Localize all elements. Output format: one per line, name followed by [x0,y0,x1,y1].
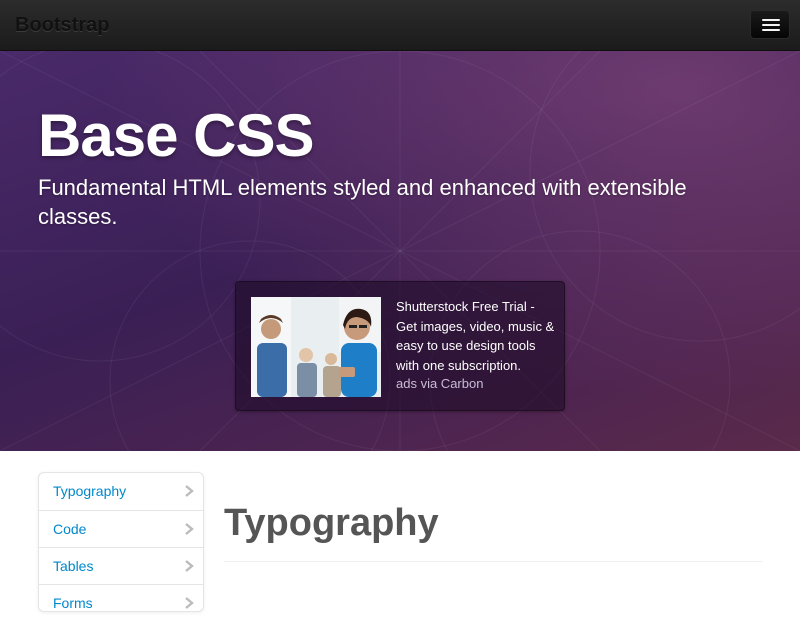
chevron-right-icon [185,597,194,609]
sidebar-item-label: Code [53,521,87,537]
page-subtitle: Fundamental HTML elements styled and enh… [38,175,687,229]
carbon-ad[interactable]: Shutterstock Free Trial - Get images, vi… [235,281,565,411]
chevron-right-icon [185,523,194,535]
chevron-right-icon [185,560,194,572]
section-heading-typography: Typography [224,502,439,544]
sidebar-item-tables[interactable]: Tables [39,547,203,584]
sidebar-item-forms[interactable]: Forms [39,584,203,621]
navbar: Bootstrap [0,0,800,51]
sidebar-item-typography[interactable]: Typography [39,473,203,510]
sidebar-nav: Typography Code Tables Forms [38,472,204,612]
ad-image[interactable] [251,297,381,397]
brand-link[interactable]: Bootstrap [15,14,109,37]
sidebar-item-label: Typography [53,483,127,499]
hero-banner: Base CSS Fundamental HTML elements style… [0,51,800,451]
section-divider [224,561,762,562]
sidebar-item-label: Tables [53,558,94,574]
page-title: Base CSS [38,102,314,169]
nav-toggle-button[interactable] [750,10,790,39]
sidebar-item-label: Forms [53,595,93,611]
ad-attribution[interactable]: ads via Carbon [396,376,483,391]
sidebar-item-code[interactable]: Code [39,510,203,547]
ad-text[interactable]: Shutterstock Free Trial - Get images, vi… [396,297,556,375]
chevron-right-icon [185,485,194,497]
